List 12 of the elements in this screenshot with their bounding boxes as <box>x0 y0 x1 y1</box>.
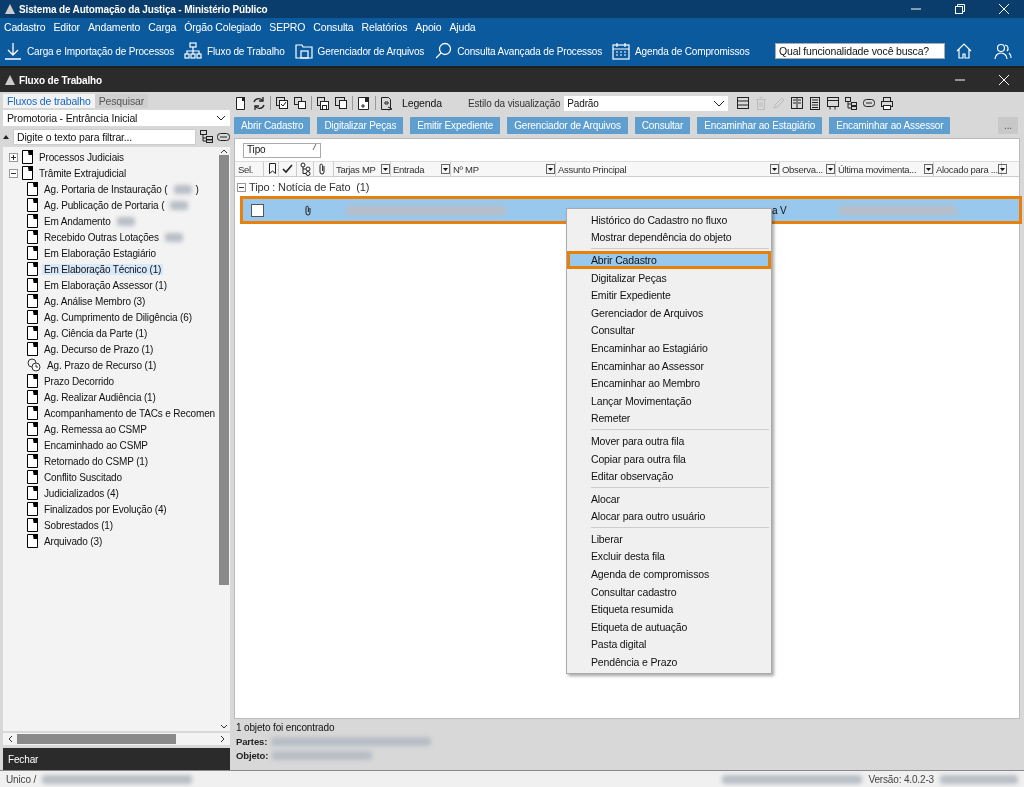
window-title: Sistema de Automação da Justiça - Ministério Público <box>19 3 269 15</box>
panel-title: Fluxo de Trabalho <box>19 74 104 86</box>
version-text: Versão: 4.0.2-3 <box>868 774 934 785</box>
table-cell: a V <box>772 204 787 216</box>
field-label: Objeto: <box>236 750 269 761</box>
result-count: 1 objeto foi encontrado <box>236 722 336 733</box>
tree-item-suffix: ) <box>195 183 199 195</box>
field-label: Partes: <box>236 736 268 747</box>
group-label: Tipo : Notícia de Fato <box>249 181 351 193</box>
status-text: Unico / <box>6 774 37 785</box>
group-count: (1) <box>355 181 370 193</box>
view-style-label: Estilo da visualização <box>468 97 561 109</box>
